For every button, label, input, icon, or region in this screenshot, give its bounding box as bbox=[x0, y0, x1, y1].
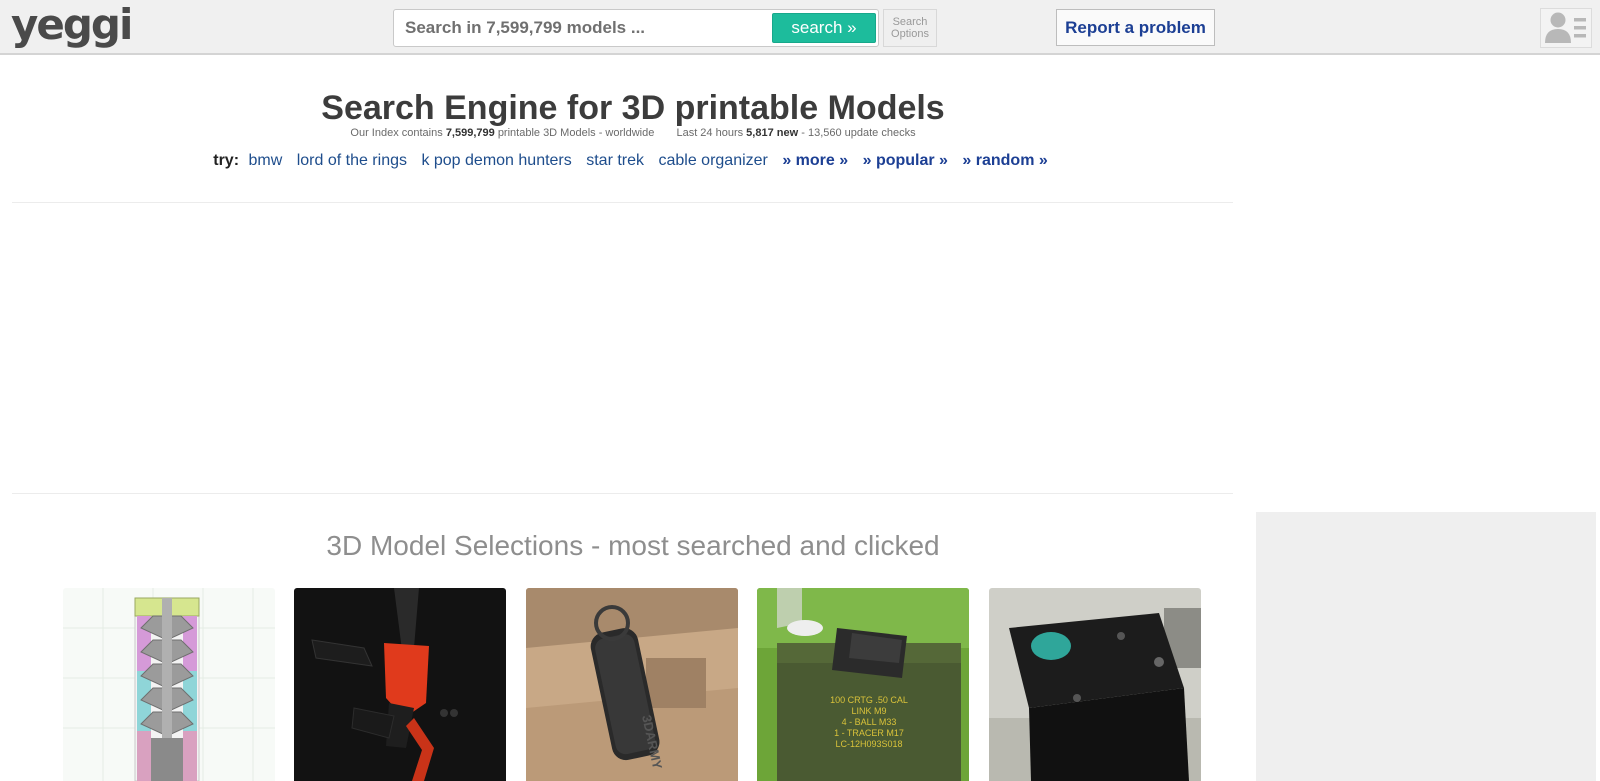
try-link-bmw[interactable]: bmw bbox=[248, 152, 282, 169]
try-label: try: bbox=[213, 152, 240, 169]
stats-model-count: 7,599,799 bbox=[445, 127, 495, 139]
user-menu-button[interactable] bbox=[1540, 8, 1592, 48]
stats-last-24: Last 24 hours bbox=[676, 127, 744, 139]
divider-top bbox=[12, 202, 1233, 203]
red-rifle-image bbox=[294, 588, 506, 781]
more-link[interactable]: » more » bbox=[782, 152, 848, 169]
index-stats: Our Index contains 7,599,799 printable 3… bbox=[0, 126, 1266, 140]
right-side-panel bbox=[1256, 512, 1596, 781]
search-options-button[interactable]: Search Options bbox=[883, 9, 937, 47]
stats-new-label: new bbox=[776, 127, 799, 139]
suppressor-cross-section-image bbox=[63, 588, 275, 781]
black-grenade-image: 3DARMY bbox=[526, 588, 738, 781]
ammo-can-line-5: LC-12H093S018 bbox=[835, 739, 902, 749]
model-card-rifle[interactable] bbox=[294, 588, 506, 781]
model-card-grenade[interactable]: 3DARMY bbox=[526, 588, 738, 781]
yeggi-logo[interactable]: yeggi bbox=[11, 2, 133, 48]
ammo-can-line-4: 1 - TRACER M17 bbox=[834, 728, 904, 738]
model-card-suppressor[interactable] bbox=[63, 588, 275, 781]
ammo-can-line-1: 100 CRTG .50 CAL bbox=[830, 695, 908, 705]
top-bar: yeggi search » Search Options Report a p… bbox=[0, 0, 1600, 55]
stats-prefix: Our Index contains bbox=[350, 127, 443, 139]
try-link-k-pop-demon-hunters[interactable]: k pop demon hunters bbox=[421, 152, 571, 169]
try-link-lord-of-the-rings[interactable]: lord of the rings bbox=[297, 152, 407, 169]
search-box: search » bbox=[393, 9, 879, 47]
black-box-image bbox=[989, 588, 1201, 781]
search-options-label-2: Options bbox=[891, 28, 929, 40]
popular-link[interactable]: » popular » bbox=[863, 152, 948, 169]
search-button[interactable]: search » bbox=[772, 13, 876, 43]
ammo-can-line-3: 4 - BALL M33 bbox=[842, 717, 897, 727]
stats-new-count: 5,817 bbox=[746, 127, 774, 139]
search-options-label-1: Search bbox=[892, 16, 928, 28]
ammo-can-line-2: LINK M9 bbox=[851, 706, 886, 716]
try-suggestions: try: bmw lord of the rings k pop demon h… bbox=[0, 151, 1266, 171]
try-link-star-trek[interactable]: star trek bbox=[586, 152, 644, 169]
stats-update-checks: - 13,560 update checks bbox=[801, 127, 916, 139]
stats-mid: printable 3D Models - worldwide bbox=[497, 127, 655, 139]
model-card-ammo-can[interactable]: 100 CRTG .50 CAL LINK M9 4 - BALL M33 1 … bbox=[757, 588, 969, 781]
divider-bottom bbox=[12, 493, 1233, 494]
page-title: Search Engine for 3D printable Models bbox=[321, 89, 945, 127]
model-card-box[interactable] bbox=[989, 588, 1201, 781]
random-link[interactable]: » random » bbox=[962, 152, 1047, 169]
ammo-can-image: 100 CRTG .50 CAL LINK M9 4 - BALL M33 1 … bbox=[757, 588, 969, 781]
try-link-cable-organizer[interactable]: cable organizer bbox=[658, 152, 767, 169]
search-input[interactable] bbox=[394, 10, 762, 46]
user-profile-icon bbox=[1545, 12, 1586, 43]
selections-title: 3D Model Selections - most searched and … bbox=[326, 530, 940, 561]
report-problem-button[interactable]: Report a problem bbox=[1056, 9, 1215, 46]
